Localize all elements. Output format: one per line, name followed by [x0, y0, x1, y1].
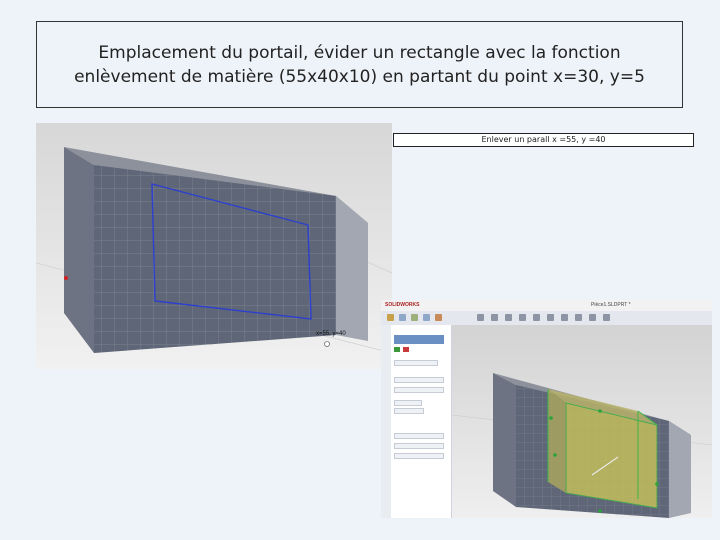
pm-group[interactable] [394, 433, 444, 439]
slide-caption: Enlever un parall x =55, y =40 [393, 133, 694, 147]
toolbar-feature-icon[interactable] [399, 314, 406, 321]
view-tool-icon[interactable] [505, 314, 512, 321]
property-manager [381, 325, 452, 518]
property-manager-header [394, 335, 444, 344]
sketch-viewport[interactable]: x=55, y=40 [35, 123, 393, 369]
extrude-viewport [451, 325, 713, 518]
model-grid [94, 165, 336, 353]
toolbar-feature-icon[interactable] [387, 314, 394, 321]
command-toolbar [381, 311, 712, 326]
pm-group[interactable] [394, 453, 444, 459]
app-logo: SOLIDWORKS [385, 302, 420, 308]
view-tool-icon[interactable] [589, 314, 596, 321]
pm-field[interactable] [394, 408, 424, 414]
view-tool-icon[interactable] [477, 314, 484, 321]
pm-field[interactable] [394, 400, 422, 406]
view-tool-icon[interactable] [547, 314, 554, 321]
sketch-point-handle[interactable] [553, 453, 557, 457]
cancel-icon[interactable] [403, 347, 409, 352]
view-tool-icon[interactable] [561, 314, 568, 321]
pm-field[interactable] [394, 387, 444, 393]
pm-field[interactable] [394, 377, 444, 383]
sketch-point-handle[interactable] [549, 416, 553, 420]
pm-group[interactable] [394, 443, 444, 449]
toolbar-feature-icon[interactable] [435, 314, 442, 321]
view-tool-icon[interactable] [603, 314, 610, 321]
toolbar-feature-icon[interactable] [411, 314, 418, 321]
view-tool-icon[interactable] [491, 314, 498, 321]
view-tool-icon[interactable] [519, 314, 526, 321]
sketch-point-handle[interactable] [598, 409, 602, 413]
ok-icon[interactable] [394, 347, 400, 352]
screenshot-extrude-cut: SOLIDWORKS Pièce1.SLDPRT * [381, 300, 713, 518]
dimension-label: x=55, y=40 [316, 331, 346, 337]
cut-preview-side [548, 389, 566, 493]
sketch-point-handle[interactable] [655, 482, 659, 486]
pm-field[interactable] [394, 360, 438, 366]
document-title: Pièce1.SLDPRT * [591, 302, 631, 308]
app-titlebar: SOLIDWORKS Pièce1.SLDPRT * [381, 300, 712, 311]
view-tool-icon[interactable] [575, 314, 582, 321]
view-tool-icon[interactable] [533, 314, 540, 321]
model-side-face [669, 421, 691, 518]
slide-title: Emplacement du portail, évider un rectan… [36, 21, 683, 108]
cursor-point [324, 341, 330, 347]
model-left-face [493, 373, 516, 507]
screenshot-sketch: x=55, y=40 [35, 123, 393, 369]
feature-tree-strip[interactable] [381, 325, 391, 518]
toolbar-feature-icon[interactable] [423, 314, 430, 321]
sketch-point-handle[interactable] [598, 509, 602, 513]
origin-marker [64, 276, 68, 280]
model-viewport[interactable] [451, 325, 713, 518]
